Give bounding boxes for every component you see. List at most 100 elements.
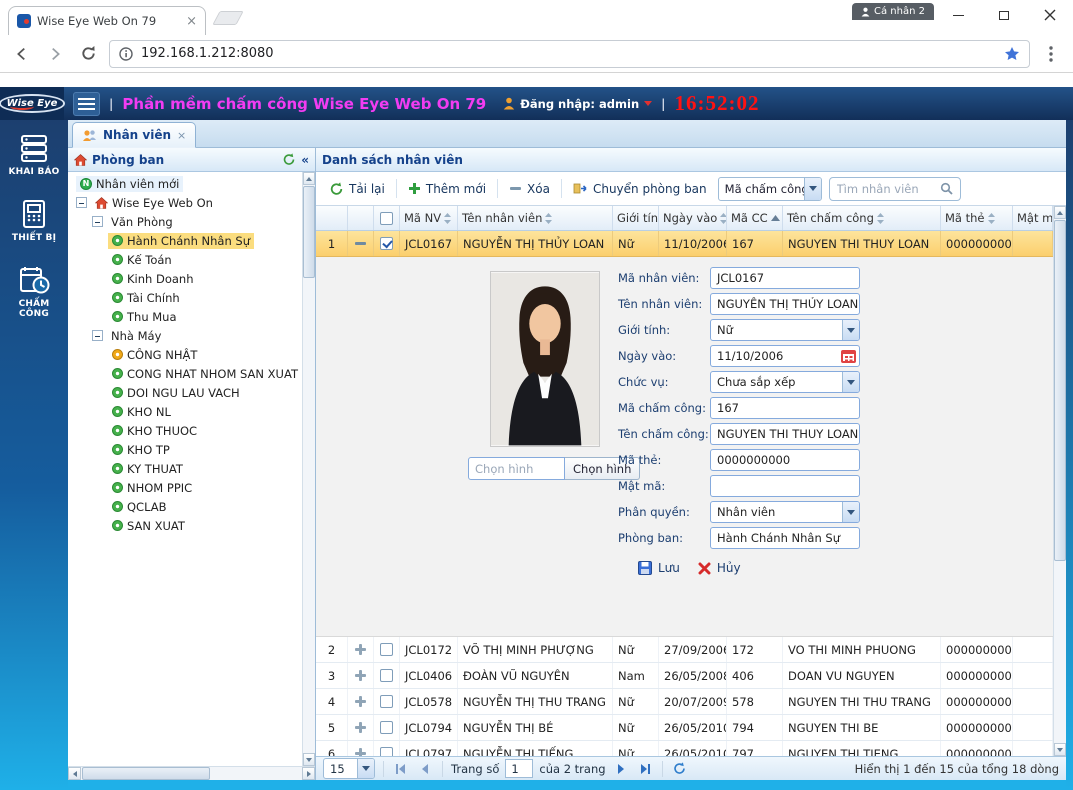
scroll-down-icon[interactable] xyxy=(1054,743,1066,756)
back-button[interactable] xyxy=(10,42,34,66)
field-input[interactable]: 167 xyxy=(710,397,860,419)
delete-button[interactable]: Xóa xyxy=(505,179,554,199)
tree-node[interactable]: CÔNG NHẬT xyxy=(108,347,201,363)
minimize-button[interactable] xyxy=(935,0,981,30)
tree-node[interactable]: KHO NL xyxy=(108,404,175,420)
chevron-down-icon[interactable] xyxy=(357,759,374,778)
browser-tab[interactable]: Wise Eye Web On 79 × xyxy=(8,6,206,35)
tree-node[interactable]: SAN XUAT xyxy=(108,518,189,534)
table-row[interactable]: 6JCL0797NGUYỄN THỊ TIẾNGNữ26/05/2010797N… xyxy=(316,741,1053,756)
collapse-panel-icon[interactable]: « xyxy=(301,153,309,167)
row-checkbox-cell[interactable] xyxy=(374,689,400,714)
row-checkbox-cell[interactable] xyxy=(374,741,400,756)
row-checkbox-cell[interactable] xyxy=(374,663,400,688)
row-expand-cell[interactable] xyxy=(348,637,374,662)
maximize-button[interactable] xyxy=(981,0,1027,30)
row-checkbox-cell[interactable] xyxy=(374,715,400,740)
reload-button[interactable]: Tải lại xyxy=(325,179,389,199)
forward-button[interactable] xyxy=(43,42,67,66)
field-input[interactable]: Chưa sắp xếp xyxy=(710,371,860,393)
tree-item[interactable]: NNhân viên mới xyxy=(68,174,302,193)
bookmark-star-icon[interactable] xyxy=(1004,46,1020,62)
field-input[interactable]: Nhân viên xyxy=(710,501,860,523)
first-page-button[interactable] xyxy=(392,760,410,778)
scroll-thumb[interactable] xyxy=(82,767,210,780)
prev-page-button[interactable] xyxy=(416,760,434,778)
refresh-icon[interactable] xyxy=(282,153,296,166)
field-input[interactable]: 11/10/2006 xyxy=(710,345,860,367)
search-input[interactable]: Tìm nhân viên xyxy=(829,177,961,201)
tree-item[interactable]: Kế Toán xyxy=(68,250,302,269)
tree-node[interactable]: QCLAB xyxy=(108,499,171,515)
tree-node[interactable]: KHO TP xyxy=(108,442,174,458)
column-header[interactable]: Mã thẻ xyxy=(941,206,1013,230)
close-button[interactable] xyxy=(1027,0,1073,30)
sidebar-item-2[interactable]: THIẾT BỊ xyxy=(3,194,65,248)
row-checkbox[interactable] xyxy=(380,643,393,656)
app-menu-icon[interactable] xyxy=(73,92,100,116)
page-info-icon[interactable] xyxy=(119,47,133,61)
field-input[interactable] xyxy=(710,475,860,497)
address-bar[interactable]: 192.168.1.212:8080 xyxy=(109,40,1030,68)
transfer-department-button[interactable]: Chuyển phòng ban xyxy=(569,179,711,199)
select-all-checkbox[interactable] xyxy=(380,212,393,225)
profile-chip[interactable]: Cá nhân 2 xyxy=(852,3,934,20)
refresh-page-icon[interactable] xyxy=(671,760,689,778)
search-field-combo[interactable]: Mã chấm công xyxy=(718,177,822,201)
tree-node[interactable]: NHOM PPIC xyxy=(108,480,196,496)
header-check[interactable] xyxy=(374,206,400,230)
tree-item[interactable]: QCLAB xyxy=(68,497,302,516)
expand-row-icon[interactable] xyxy=(354,695,367,708)
page-number-input[interactable]: 1 xyxy=(505,759,533,778)
expand-row-icon[interactable] xyxy=(354,721,367,734)
row-checkbox[interactable] xyxy=(380,747,393,756)
tree-item[interactable]: KHO NL xyxy=(68,402,302,421)
field-input[interactable]: Hành Chánh Nhân Sự xyxy=(710,527,860,549)
field-input[interactable]: Nữ xyxy=(710,319,860,341)
row-checkbox[interactable] xyxy=(380,237,393,250)
table-row[interactable]: 3JCL0406ĐOÀN VŨ NGUYÊNNam26/05/2008406DO… xyxy=(316,663,1053,689)
column-header[interactable]: Tên nhân viên xyxy=(458,206,613,230)
tree-node[interactable]: Tài Chính xyxy=(108,290,184,306)
chevron-down-icon[interactable] xyxy=(804,178,821,200)
new-tab-button[interactable] xyxy=(212,11,243,25)
row-expand-cell[interactable] xyxy=(348,715,374,740)
browser-menu-icon[interactable] xyxy=(1039,42,1063,66)
tree-node[interactable]: Kinh Doanh xyxy=(108,271,197,287)
column-header[interactable]: Mã CC xyxy=(727,206,783,230)
column-header[interactable]: Tên chấm công xyxy=(783,206,941,230)
last-page-button[interactable] xyxy=(636,760,654,778)
sidebar-item-1[interactable]: KHAI BÁO xyxy=(3,128,65,182)
tree-item[interactable]: Kinh Doanh xyxy=(68,269,302,288)
reload-button[interactable] xyxy=(76,42,100,66)
tree-item[interactable]: NHOM PPIC xyxy=(68,478,302,497)
row-checkbox-cell[interactable] xyxy=(374,637,400,662)
scroll-down-icon[interactable] xyxy=(303,753,315,766)
expand-row-icon[interactable] xyxy=(354,669,367,682)
tab-nhan-vien[interactable]: Nhân viên × xyxy=(72,122,196,148)
row-checkbox[interactable] xyxy=(380,669,393,682)
tree-item[interactable]: DOI NGU LAU VACH xyxy=(68,383,302,402)
row-expand-cell[interactable] xyxy=(348,689,374,714)
column-header[interactable]: Giới tính xyxy=(613,206,659,230)
field-input[interactable]: JCL0167 xyxy=(710,267,860,289)
expand-row-icon[interactable] xyxy=(354,747,367,756)
photo-filename-input[interactable]: Chọn hình xyxy=(468,457,565,480)
scroll-thumb[interactable] xyxy=(303,186,315,278)
row-checkbox-cell[interactable] xyxy=(374,231,400,256)
tree-expander-icon[interactable] xyxy=(76,197,87,208)
tree-item[interactable]: CONG NHAT NHOM SAN XUAT xyxy=(68,364,302,383)
tree-item[interactable]: Thu Mua xyxy=(68,307,302,326)
tree-item[interactable]: CÔNG NHẬT xyxy=(68,345,302,364)
column-header[interactable]: Ngày vào xyxy=(659,206,727,230)
tab-close-icon[interactable]: × xyxy=(177,129,186,142)
tree-item[interactable]: Wise Eye Web On xyxy=(68,193,302,212)
tree-item[interactable]: KHO TP xyxy=(68,440,302,459)
tree-item[interactable]: Tài Chính xyxy=(68,288,302,307)
table-row[interactable]: 5JCL0794NGUYỄN THỊ BÉNữ26/05/2010794NGUY… xyxy=(316,715,1053,741)
scroll-left-icon[interactable] xyxy=(68,767,81,780)
tree-node[interactable]: KHO THUOC xyxy=(108,423,201,439)
calendar-icon[interactable] xyxy=(841,350,856,363)
tree-node[interactable]: Văn Phòng xyxy=(107,214,177,230)
field-input[interactable]: NGUYỄN THỊ THỦY LOAN xyxy=(710,293,860,315)
